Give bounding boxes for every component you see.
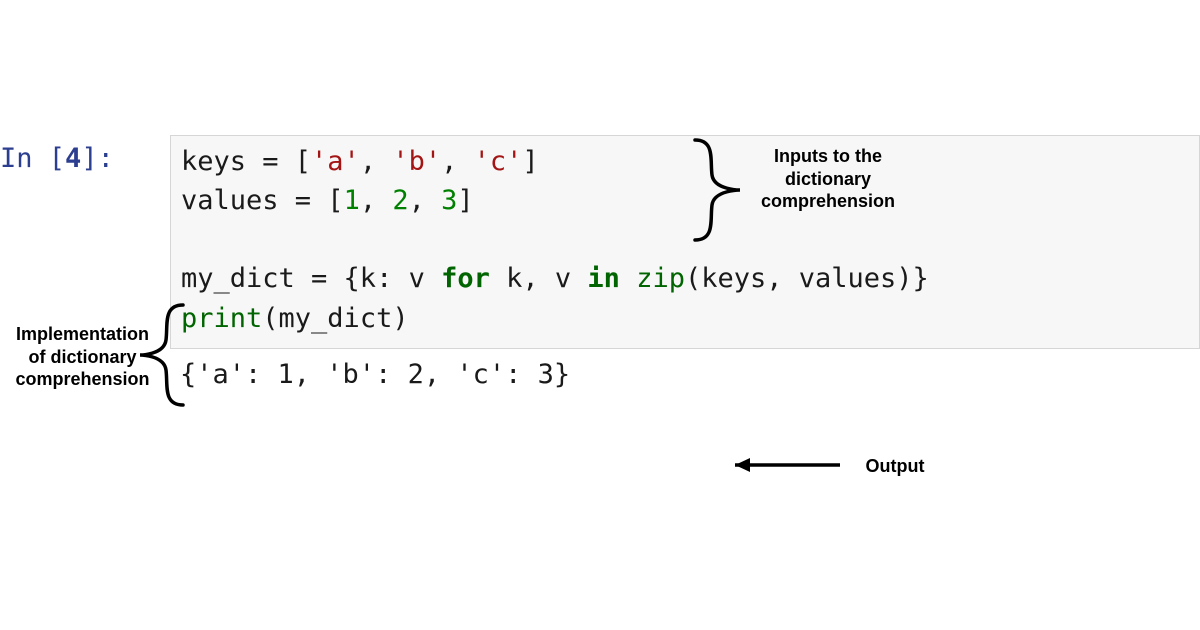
prompt-in-label: In — [0, 143, 49, 174]
annotation-output: Output — [855, 455, 935, 478]
annotation-impl-line1: Implementation — [0, 323, 165, 346]
arrow-output-icon — [735, 458, 840, 472]
annotation-impl-line3: comprehension — [0, 368, 165, 391]
code-input-block: keys = ['a', 'b', 'c'] values = [1, 2, 3… — [170, 135, 1200, 349]
annotation-inputs-line1: Inputs to the — [748, 145, 908, 168]
annotation-inputs: Inputs to the dictionary comprehension — [748, 145, 908, 213]
code-output-block: {'a': 1, 'b': 2, 'c': 3} — [170, 349, 1200, 394]
prompt-number: 4 — [65, 143, 81, 174]
annotation-implementation: Implementation of dictionary comprehensi… — [0, 323, 165, 391]
code-line-blank — [181, 220, 1189, 259]
annotation-inputs-line3: comprehension — [748, 190, 908, 213]
code-line-1: keys = ['a', 'b', 'c'] — [181, 142, 1189, 181]
input-prompt: In [4]: — [0, 143, 114, 174]
code-line-2: values = [1, 2, 3] — [181, 181, 1189, 220]
code-line-5: print(my_dict) — [181, 299, 1189, 338]
prompt-open: [ — [49, 143, 65, 174]
notebook-cell: keys = ['a', 'b', 'c'] values = [1, 2, 3… — [170, 135, 1200, 394]
prompt-close: ] — [81, 143, 97, 174]
code-line-4: my_dict = {k: v for k, v in zip(keys, va… — [181, 259, 1189, 298]
prompt-colon: : — [98, 143, 114, 174]
annotation-impl-line2: of dictionary — [0, 346, 165, 369]
annotation-inputs-line2: dictionary — [748, 168, 908, 191]
